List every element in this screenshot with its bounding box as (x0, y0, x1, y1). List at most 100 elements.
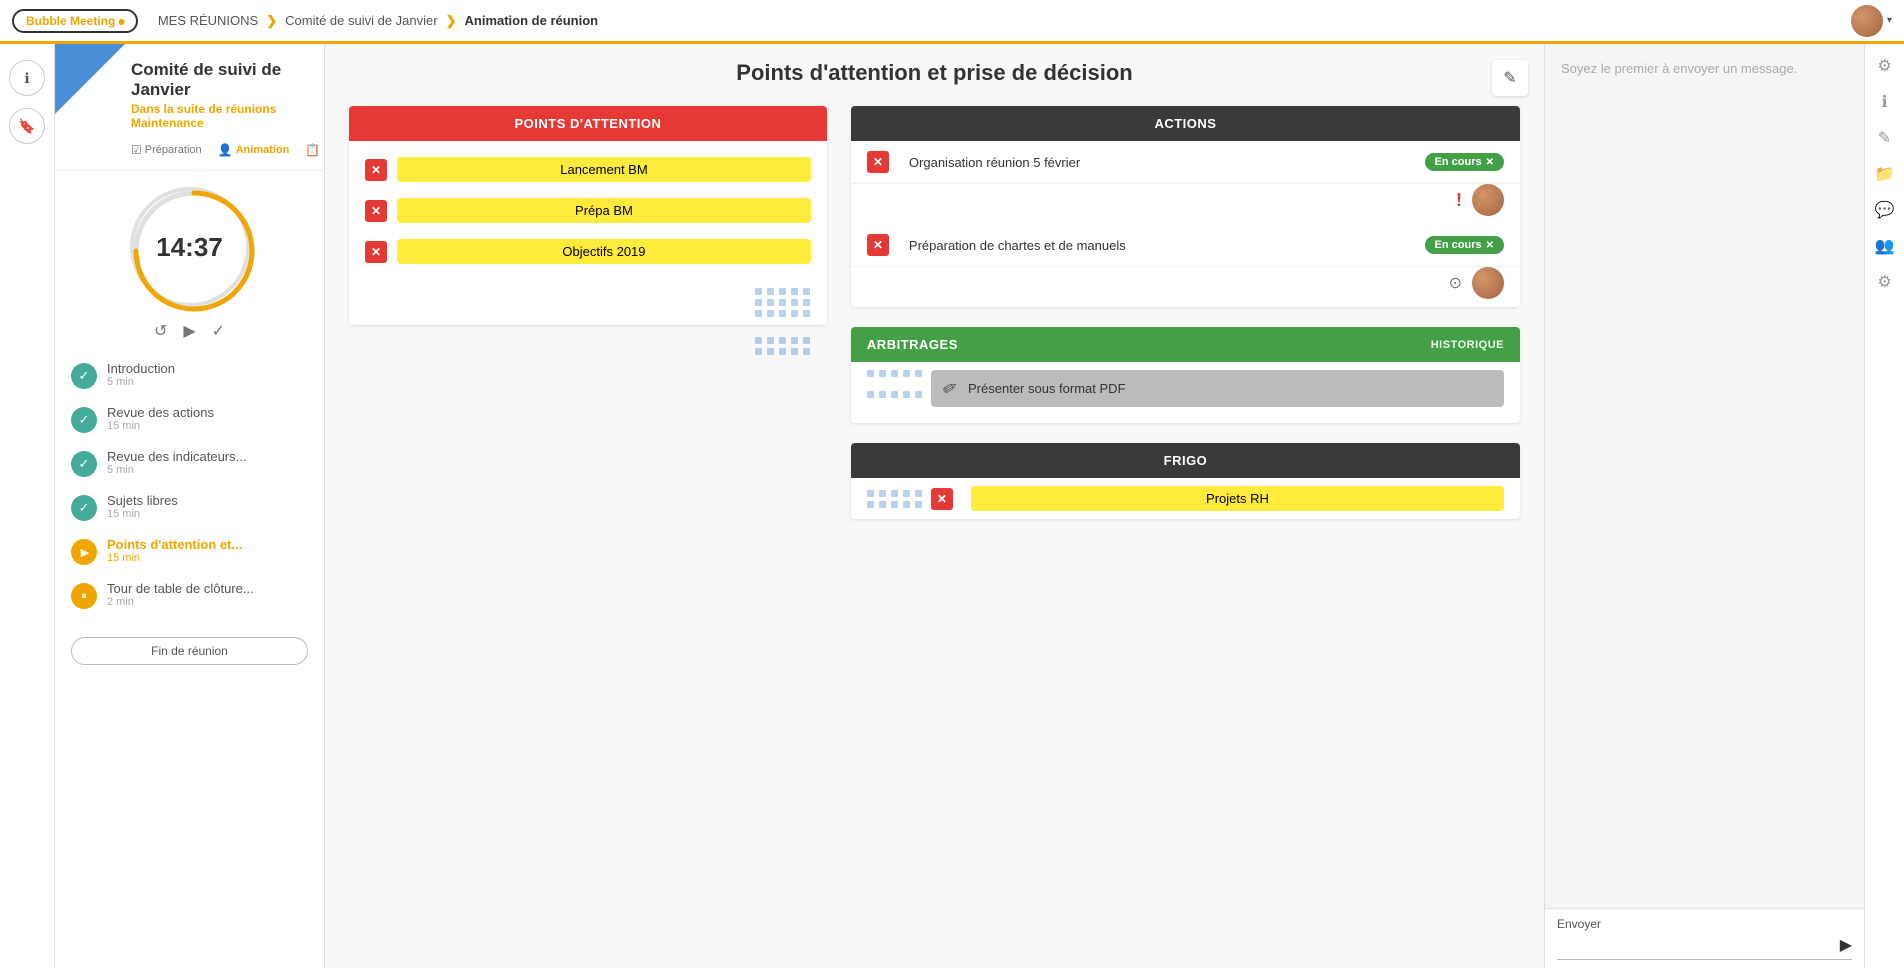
folder-icon-right[interactable]: 📁 (1875, 164, 1895, 184)
info-icon-right[interactable]: ℹ (1881, 92, 1887, 112)
meeting-subtitle: Dans la suite de réunions Maintenance (131, 102, 308, 130)
breadcrumb-sep-1: ❯ (266, 13, 277, 29)
agenda-check-indicateurs: ✓ (71, 451, 97, 477)
breadcrumb: MES RÉUNIONS ❯ Comité de suivi de Janvie… (158, 13, 598, 29)
x-icon-prepa: ✕ (365, 200, 387, 222)
agenda-title-indicateurs: Revue des indicateurs... (107, 449, 308, 464)
timer-reset-button[interactable]: ↺ (154, 321, 167, 341)
pause-icon: ⏸ (81, 590, 87, 603)
info-button[interactable]: ℹ (9, 60, 45, 96)
agenda-duration-points: 15 min (107, 552, 308, 564)
users-icon-right[interactable]: 👥 (1875, 236, 1895, 256)
breadcrumb-comite[interactable]: Comité de suivi de Janvier (285, 13, 437, 28)
agenda-item-points[interactable]: ▶ Points d'attention et... 15 min (67, 529, 312, 573)
check-icon-4: ✓ (79, 500, 90, 516)
bookmark-button[interactable]: 🔖 (9, 108, 45, 144)
chat-message-area: Soyez le premier à envoyer un message. (1545, 44, 1864, 908)
download-icon[interactable]: ⊙ (1449, 273, 1462, 293)
agenda-duration-actions: 15 min (107, 420, 308, 432)
info-icon: ℹ (24, 70, 29, 87)
actions-card: ACTIONS ✕ Organisation réunion 5 février… (851, 106, 1520, 307)
timer-check-button[interactable]: ✓ (212, 321, 225, 341)
action-x-1: ✕ (867, 151, 889, 173)
chat-send-button[interactable]: ▶ (1840, 935, 1852, 955)
agenda-title-sujets: Sujets libres (107, 493, 308, 508)
breadcrumb-animation: Animation de réunion (465, 13, 599, 28)
exclamation-icon-1: ! (1456, 190, 1462, 211)
edit-button[interactable]: ✎ (1492, 60, 1528, 96)
action-x-2: ✕ (867, 234, 889, 256)
arbitrage-text-1: Présenter sous format PDF (968, 381, 1126, 396)
settings-icon-bottom[interactable]: ⚙ (1877, 272, 1891, 292)
arbitrages-header: ARBITRAGES HISTORIQUE (851, 327, 1520, 362)
timer-area: 14:37 (55, 171, 324, 315)
compte-rendu-icon: 📋 (305, 143, 320, 157)
agenda-item-actions[interactable]: ✓ Revue des actions 15 min (67, 397, 312, 441)
chat-input-area: Envoyer ▶ (1545, 908, 1864, 968)
left-column: POINTS D'ATTENTION ✕ Lancement BM ✕ Prép… (349, 106, 827, 539)
action-status-1[interactable]: En cours ✕ (1425, 153, 1504, 171)
attention-item-lancement[interactable]: ✕ Lancement BM (349, 149, 827, 190)
bookmark-icon: 🔖 (18, 118, 35, 135)
check-icon: ✓ (79, 368, 90, 384)
avatar[interactable] (1851, 5, 1883, 37)
agenda-title-cloture: Tour de table de clôture... (107, 581, 308, 596)
action-item-preparation[interactable]: ✕ Préparation de chartes et de manuels E… (851, 224, 1520, 267)
attention-item-prepa[interactable]: ✕ Prépa BM (349, 190, 827, 231)
agenda-play-points: ▶ (71, 539, 97, 565)
historique-label[interactable]: HISTORIQUE (1431, 339, 1504, 351)
preparation-icon: ☑ (131, 143, 142, 157)
timer-play-button[interactable]: ▶ (183, 321, 195, 341)
attention-item-objectifs[interactable]: ✕ Objectifs 2019 (349, 231, 827, 272)
end-meeting-button[interactable]: Fin de réunion (71, 637, 308, 665)
action-status-2[interactable]: En cours ✕ (1425, 236, 1504, 254)
action-text-2: Préparation de chartes et de manuels (909, 238, 1415, 253)
play-icon: ▶ (81, 546, 89, 559)
timer-ring-svg (126, 183, 262, 319)
agenda-item-introduction[interactable]: ✓ Introduction 5 min (67, 353, 312, 397)
tab-compte-rendu[interactable]: 📋 Compte rendu (305, 138, 325, 162)
points-attention-card: POINTS D'ATTENTION ✕ Lancement BM ✕ Prép… (349, 106, 827, 325)
actions-header: ACTIONS (851, 106, 1520, 141)
tab-animation[interactable]: 👤 Animation (218, 143, 290, 157)
agenda-duration-introduction: 5 min (107, 376, 308, 388)
agenda-duration-indicateurs: 5 min (107, 464, 308, 476)
main-content: ✎ Points d'attention et prise de décisio… (325, 44, 1544, 968)
status-x-1: ✕ (1486, 157, 1494, 168)
right-sidebar-icons: ⚙ ℹ ✎ 📁 💬 👥 ⚙ (1864, 44, 1904, 968)
agenda-item-sujets[interactable]: ✓ Sujets libres 15 min (67, 485, 312, 529)
chat-placeholder-text: Soyez le premier à envoyer un message. (1561, 61, 1797, 76)
points-attention-header: POINTS D'ATTENTION (349, 106, 827, 141)
edit-icon-right[interactable]: ✎ (1878, 128, 1891, 148)
action-text-1: Organisation réunion 5 février (909, 155, 1415, 170)
chat-icon-right[interactable]: 💬 (1875, 200, 1895, 220)
attention-label-prepa: Prépa BM (397, 198, 811, 223)
status-x-2: ✕ (1486, 240, 1494, 251)
agenda-pause-cloture: ⏸ (71, 583, 97, 609)
meeting-title: Comité de suivi de Janvier (131, 60, 308, 100)
agenda-item-indicateurs[interactable]: ✓ Revue des indicateurs... 5 min (67, 441, 312, 485)
agenda-list: ✓ Introduction 5 min ✓ Revue des actions… (55, 345, 324, 625)
agenda-duration-cloture: 2 min (107, 596, 308, 608)
logo[interactable]: Bubble Meeting ● (12, 9, 138, 33)
tab-preparation[interactable]: ☑ Préparation (131, 143, 202, 157)
pencil-icon: ✏ (939, 376, 963, 402)
action-item-reunion[interactable]: ✕ Organisation réunion 5 février En cour… (851, 141, 1520, 184)
arbitrages-card: ARBITRAGES HISTORIQUE (851, 327, 1520, 423)
chat-panel: Soyez le premier à envoyer un message. E… (1544, 44, 1864, 968)
agenda-check-introduction: ✓ (71, 363, 97, 389)
agenda-check-actions: ✓ (71, 407, 97, 433)
frigo-x-icon: ✕ (931, 488, 953, 510)
settings-icon-top[interactable]: ⚙ (1877, 56, 1891, 76)
meeting-suite-link[interactable]: Maintenance (131, 116, 204, 130)
agenda-duration-sujets: 15 min (107, 508, 308, 520)
end-button-area: Fin de réunion (55, 625, 324, 677)
attention-label-lancement: Lancement BM (397, 157, 811, 182)
animation-icon: 👤 (218, 143, 233, 157)
check-icon-3: ✓ (79, 456, 90, 472)
agenda-item-cloture[interactable]: ⏸ Tour de table de clôture... 2 min (67, 573, 312, 617)
breadcrumb-mes-reunions[interactable]: MES RÉUNIONS (158, 13, 258, 28)
meeting-sidebar: Comité de suivi de Janvier Dans la suite… (55, 44, 325, 968)
chat-input[interactable] (1557, 938, 1840, 953)
frigo-card: FRIGO (851, 443, 1520, 519)
